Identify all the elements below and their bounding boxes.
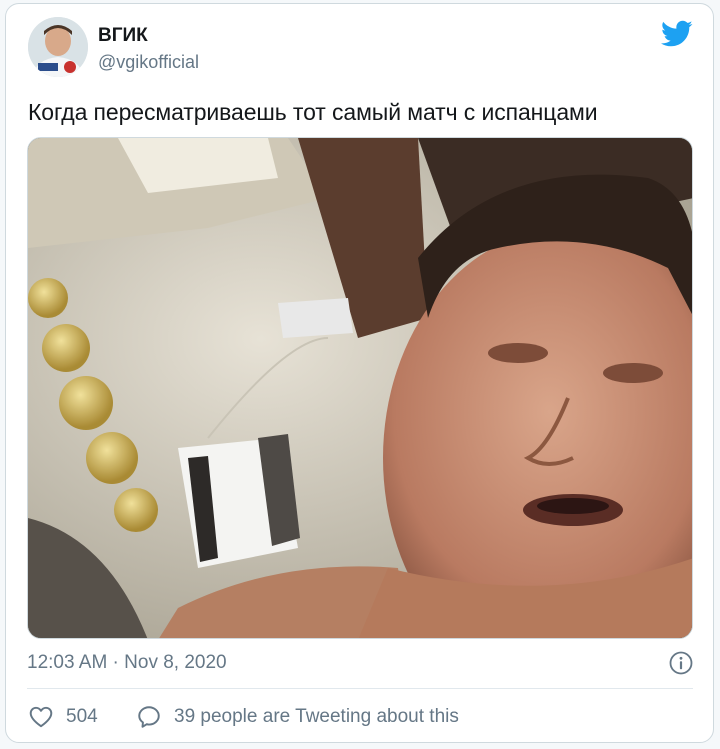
- divider: [27, 688, 693, 689]
- info-icon[interactable]: [669, 651, 693, 675]
- heart-icon: [29, 706, 53, 728]
- tweet-text: Когда пересматриваешь тот самый матч с и…: [28, 99, 598, 125]
- like-button[interactable]: 504: [28, 704, 98, 730]
- tweeting-about-link[interactable]: 39 people are Tweeting about this: [136, 704, 459, 730]
- author-handle[interactable]: @vgikofficial: [98, 52, 199, 73]
- tweet-media-video[interactable]: [27, 137, 693, 639]
- tweet-card: ВГИК @vgikofficial Когда пересматриваешь…: [5, 3, 714, 743]
- speech-bubble-icon: [138, 706, 160, 728]
- twitter-bird-icon[interactable]: [661, 20, 693, 48]
- tweeting-about-text: 39 people are Tweeting about this: [174, 706, 459, 727]
- like-count: 504: [66, 706, 98, 727]
- tweet-timestamp[interactable]: 12:03 AM · Nov 8, 2020: [27, 652, 227, 674]
- author-avatar[interactable]: [28, 17, 88, 77]
- author-name[interactable]: ВГИК: [98, 25, 148, 47]
